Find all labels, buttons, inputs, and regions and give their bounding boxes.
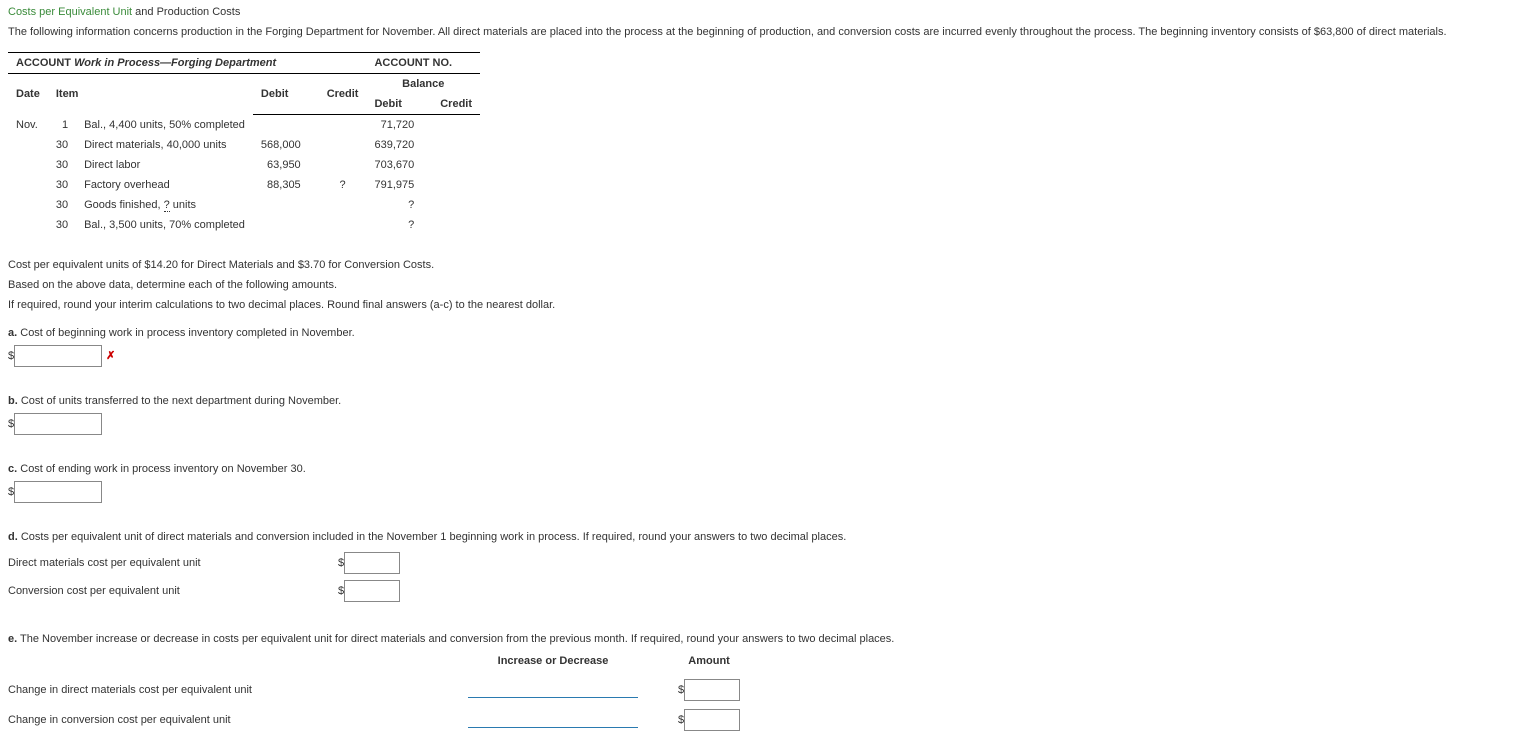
answer-e-dm-amount[interactable] — [684, 679, 740, 701]
account-header: ACCOUNT Work in Process—Forging Departme… — [8, 53, 366, 74]
title-rest: and Production Costs — [132, 6, 240, 18]
col-balance: Balance — [366, 74, 480, 95]
table-row: 30 Direct labor 63,950 703,670 — [8, 155, 480, 175]
question-d: d. Costs per equivalent unit of direct m… — [8, 531, 1514, 543]
question-c: c. Cost of ending work in process invent… — [8, 463, 1514, 475]
answer-c-row: $ — [8, 481, 1514, 503]
answer-a-input[interactable] — [14, 345, 102, 367]
e-col-incdec: Increase or Decrease — [468, 651, 678, 675]
answer-b-row: $ — [8, 413, 1514, 435]
title-green: Costs per Equivalent Unit — [8, 6, 132, 18]
table-row: 30 Bal., 3,500 units, 70% completed ? — [8, 215, 480, 235]
e-col-amount: Amount — [678, 651, 780, 675]
note-rounding: If required, round your interim calculat… — [8, 299, 1514, 311]
intro-paragraph: The following information concerns produ… — [8, 26, 1514, 38]
e-conv-incdec-dropdown[interactable] — [468, 713, 638, 728]
answer-d-conv-input[interactable] — [344, 580, 400, 602]
answer-c-input[interactable] — [14, 481, 102, 503]
ledger-table: ACCOUNT Work in Process—Forging Departme… — [8, 52, 480, 235]
answer-e-conv-amount[interactable] — [684, 709, 740, 731]
table-row: Nov. 1 Bal., 4,400 units, 50% completed … — [8, 115, 480, 136]
col-item: Item — [48, 74, 253, 115]
incorrect-icon: ✗ — [106, 350, 115, 362]
col-debit: Debit — [253, 74, 319, 115]
question-e-table: Increase or Decrease Amount Change in di… — [8, 651, 780, 735]
question-a: a. Cost of beginning work in process inv… — [8, 327, 1514, 339]
answer-b-input[interactable] — [14, 413, 102, 435]
table-row: 30 Goods finished, ? units ? — [8, 195, 480, 215]
col-bal-credit: Credit — [432, 94, 480, 115]
note-based-on: Based on the above data, determine each … — [8, 279, 1514, 291]
account-no-header: ACCOUNT NO. — [366, 53, 480, 74]
col-bal-debit: Debit — [366, 94, 432, 115]
col-credit: Credit — [319, 74, 367, 115]
answer-d-dm-input[interactable] — [344, 552, 400, 574]
d-conv-label: Conversion cost per equivalent unit — [8, 577, 338, 605]
e-dm-incdec-dropdown[interactable] — [468, 683, 638, 698]
answer-a-row: $✗ — [8, 345, 1514, 367]
question-e: e. The November increase or decrease in … — [8, 633, 1514, 645]
page-title: Costs per Equivalent Unit and Production… — [8, 6, 1514, 18]
table-row: 30 Factory overhead 88,305 ? 791,975 — [8, 175, 480, 195]
e-conv-label: Change in conversion cost per equivalent… — [8, 705, 468, 735]
d-dm-label: Direct materials cost per equivalent uni… — [8, 549, 338, 577]
question-b: b. Cost of units transferred to the next… — [8, 395, 1514, 407]
note-cost-per-eu: Cost per equivalent units of $14.20 for … — [8, 259, 1514, 271]
e-dm-label: Change in direct materials cost per equi… — [8, 675, 468, 705]
col-date: Date — [8, 74, 48, 115]
table-row: 30 Direct materials, 40,000 units 568,00… — [8, 135, 480, 155]
question-d-table: Direct materials cost per equivalent uni… — [8, 549, 410, 605]
